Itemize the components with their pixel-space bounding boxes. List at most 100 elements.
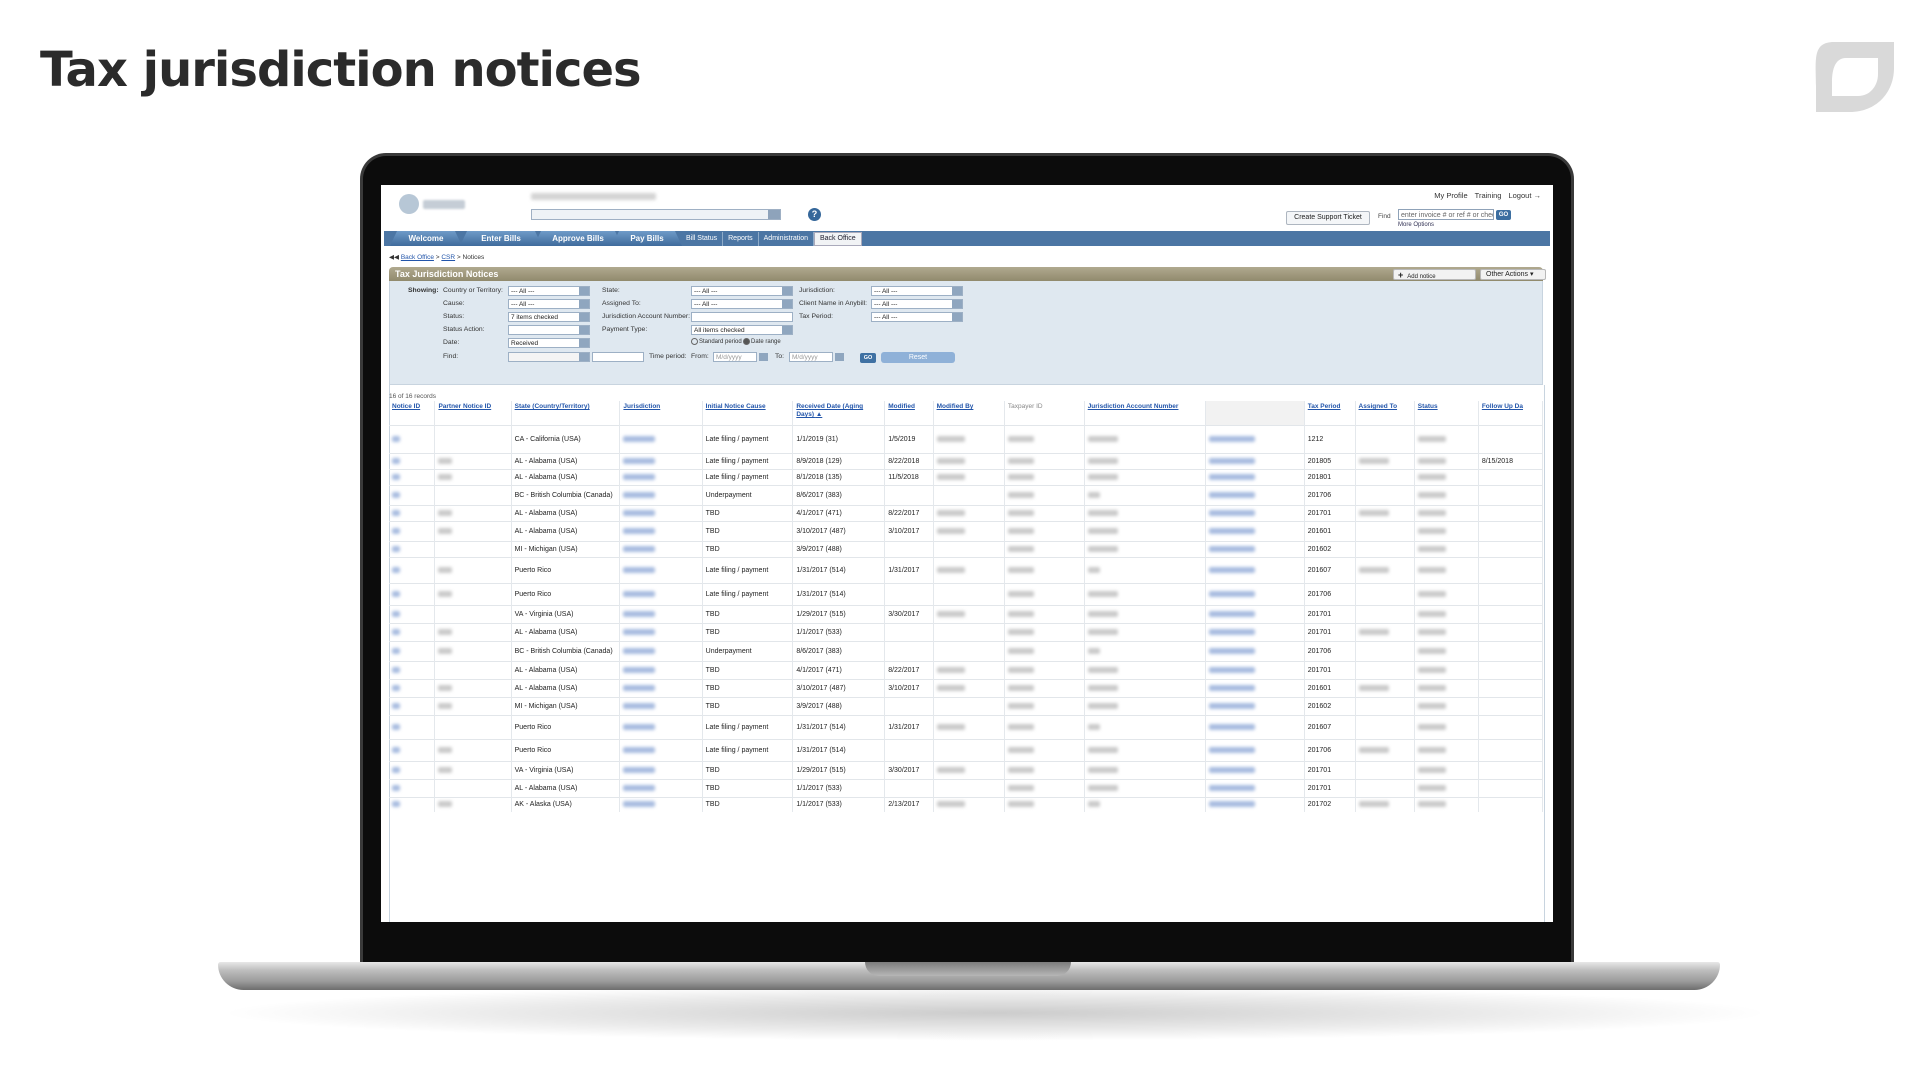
table-row[interactable]: MI - Michigan (USA) TBD 3/9/2017 (488) 2016… [389, 697, 1544, 716]
table-row[interactable]: BC - British Columbia (Canada) Underpayme… [389, 641, 1544, 662]
client-selector[interactable] [531, 209, 781, 220]
table-cell-redacted [1205, 485, 1305, 506]
table-cell-redacted [1205, 425, 1305, 454]
table-cell-redacted [1004, 425, 1085, 454]
date-label: Date: [443, 339, 460, 346]
column-header-redacted[interactable] [1205, 401, 1305, 426]
jurisdiction-account-input[interactable] [691, 312, 793, 322]
table-row[interactable]: AL - Alabama (USA) TBD 4/1/2017 (471) 8/22/… [389, 661, 1544, 680]
table-cell-redacted [1004, 505, 1085, 522]
column-header[interactable]: Jurisdiction Account Number [1084, 401, 1206, 426]
column-header[interactable]: Modified [884, 401, 934, 426]
back-arrow-icon[interactable]: ◀◀ [389, 254, 399, 261]
reset-button[interactable]: Reset [881, 352, 955, 363]
find-field-select[interactable] [508, 352, 590, 362]
table-cell-cause: TBD [702, 661, 794, 680]
create-support-ticket-button[interactable]: Create Support Ticket [1286, 211, 1370, 225]
more-options-link[interactable]: More Options [1398, 222, 1434, 228]
column-header[interactable]: Initial Notice Cause [702, 401, 794, 426]
redacted-value [1208, 474, 1255, 481]
jurisdiction-select[interactable]: --- All --- [871, 286, 963, 296]
tax-period-select[interactable]: --- All --- [871, 312, 963, 322]
table-row[interactable]: Puerto Rico Late filing / payment 1/31/201… [389, 739, 1544, 762]
status-action-select[interactable] [508, 325, 590, 335]
payment-type-select[interactable]: All items checked [691, 325, 793, 335]
subtab-reports[interactable]: Reports [723, 232, 759, 246]
calendar-icon[interactable] [759, 353, 768, 361]
subtab-administration[interactable]: Administration [759, 232, 814, 246]
from-date-input[interactable]: M/d/yyyy [713, 352, 757, 362]
breadcrumb-csr[interactable]: CSR [441, 254, 455, 261]
column-header[interactable]: Assigned To [1355, 401, 1415, 426]
column-header[interactable]: State (Country/Territory) [511, 401, 621, 426]
table-row[interactable]: Puerto Rico Late filing / payment 1/31/201… [389, 557, 1544, 584]
column-header[interactable]: Partner Notice ID [434, 401, 512, 426]
jurisdiction-account-label: Jurisdiction Account Number: [602, 313, 691, 320]
table-row[interactable]: AL - Alabama (USA) Late filing / payment 8… [389, 469, 1544, 486]
table-row[interactable]: AL - Alabama (USA) TBD 1/1/2017 (533) 20170… [389, 623, 1544, 642]
table-cell-redacted [1205, 641, 1305, 662]
add-notice-button[interactable]: + Add notice [1393, 269, 1476, 280]
filter-go-button[interactable]: GO [860, 353, 876, 363]
column-header[interactable]: Taxpayer ID [1004, 401, 1085, 426]
date-range-radio[interactable]: Date range [743, 338, 781, 345]
calendar-icon[interactable] [835, 353, 844, 361]
column-header[interactable]: Modified By [933, 401, 1005, 426]
column-header[interactable]: Follow Up Da [1478, 401, 1544, 426]
training-link[interactable]: Training [1475, 191, 1502, 200]
app-logo[interactable] [399, 193, 469, 215]
country-select[interactable]: --- All --- [508, 286, 590, 296]
column-header[interactable]: Tax Period [1304, 401, 1356, 426]
column-header-received[interactable]: Received Date (Aging Days) ▲ [792, 401, 886, 426]
table-cell-cause: Underpayment [702, 485, 794, 506]
table-row[interactable]: AK - Alaska (USA) TBD 1/1/2017 (533) 2/13/2… [389, 797, 1544, 812]
cause-select[interactable]: --- All --- [508, 299, 590, 309]
column-header[interactable]: Jurisdiction [619, 401, 703, 426]
table-cell-redacted [619, 779, 703, 798]
other-actions-button[interactable]: Other Actions ▾ [1480, 269, 1546, 280]
table-cell-redacted [434, 485, 512, 506]
help-icon[interactable]: ? [808, 208, 821, 221]
table-row[interactable]: AL - Alabama (USA) TBD 3/10/2017 (487) 3/10… [389, 521, 1544, 542]
table-row[interactable]: AL - Alabama (USA) TBD 4/1/2017 (471) 8/22/… [389, 505, 1544, 522]
date-type-select[interactable]: Received [508, 338, 590, 348]
breadcrumb-back-office[interactable]: Back Office [401, 254, 434, 261]
table-row[interactable]: MI - Michigan (USA) TBD 3/9/2017 (488) 2016… [389, 541, 1544, 558]
client-name-select[interactable]: --- All --- [871, 299, 963, 309]
table-cell-redacted [389, 605, 436, 624]
table-cell-redacted [1205, 779, 1305, 798]
logout-link[interactable]: Logout → [1508, 191, 1541, 200]
subtab-back-office[interactable]: Back Office [814, 232, 862, 246]
assigned-to-select[interactable]: --- All --- [691, 299, 793, 309]
subtab-bill-status[interactable]: Bill Status [681, 232, 724, 246]
tab-enter-bills[interactable]: Enter Bills [460, 231, 542, 246]
tab-welcome[interactable]: Welcome [390, 231, 462, 246]
table-row[interactable]: AL - Alabama (USA) TBD 3/10/2017 (487) 3/10… [389, 679, 1544, 698]
column-header[interactable]: Notice ID [389, 401, 436, 426]
table-row[interactable]: AL - Alabama (USA) TBD 1/1/2017 (533) 20170… [389, 779, 1544, 798]
standard-period-radio[interactable]: Standard period [691, 338, 742, 345]
my-profile-link[interactable]: My Profile [1434, 191, 1467, 200]
column-header[interactable]: Status [1414, 401, 1479, 426]
table-row[interactable]: BC - British Columbia (Canada) Underpayme… [389, 485, 1544, 506]
find-input[interactable]: enter invoice # or ref # or check # [1398, 209, 1494, 220]
tab-approve-bills[interactable]: Approve Bills [534, 231, 622, 246]
table-cell-modified: 2/13/2017 [884, 797, 934, 812]
table-row[interactable]: Puerto Rico Late filing / payment 1/31/201… [389, 583, 1544, 606]
find-go-button[interactable]: GO [1496, 210, 1511, 220]
status-select[interactable]: 7 items checked [508, 312, 590, 322]
find-filter-input[interactable] [592, 352, 644, 362]
table-row[interactable]: Puerto Rico Late filing / payment 1/31/201… [389, 715, 1544, 740]
table-row[interactable]: VA - Virginia (USA) TBD 1/29/2017 (515) 3/3… [389, 605, 1544, 624]
table-row[interactable]: AL - Alabama (USA) Late filing / payment 8… [389, 453, 1544, 470]
state-select[interactable]: --- All --- [691, 286, 793, 296]
redacted-value [1007, 767, 1034, 774]
table-cell-tax-period: 201706 [1304, 485, 1356, 506]
to-date-input[interactable]: M/d/yyyy [789, 352, 833, 362]
tab-pay-bills[interactable]: Pay Bills [612, 231, 682, 246]
redacted-value [1358, 747, 1389, 754]
filter-panel: Showing: Country or Territory: --- All -… [389, 281, 1543, 385]
table-row[interactable]: CA - California (USA) Late filing / payme… [389, 425, 1544, 454]
redacted-value [1087, 510, 1118, 517]
table-row[interactable]: VA - Virginia (USA) TBD 1/29/2017 (515) 3/3… [389, 761, 1544, 780]
